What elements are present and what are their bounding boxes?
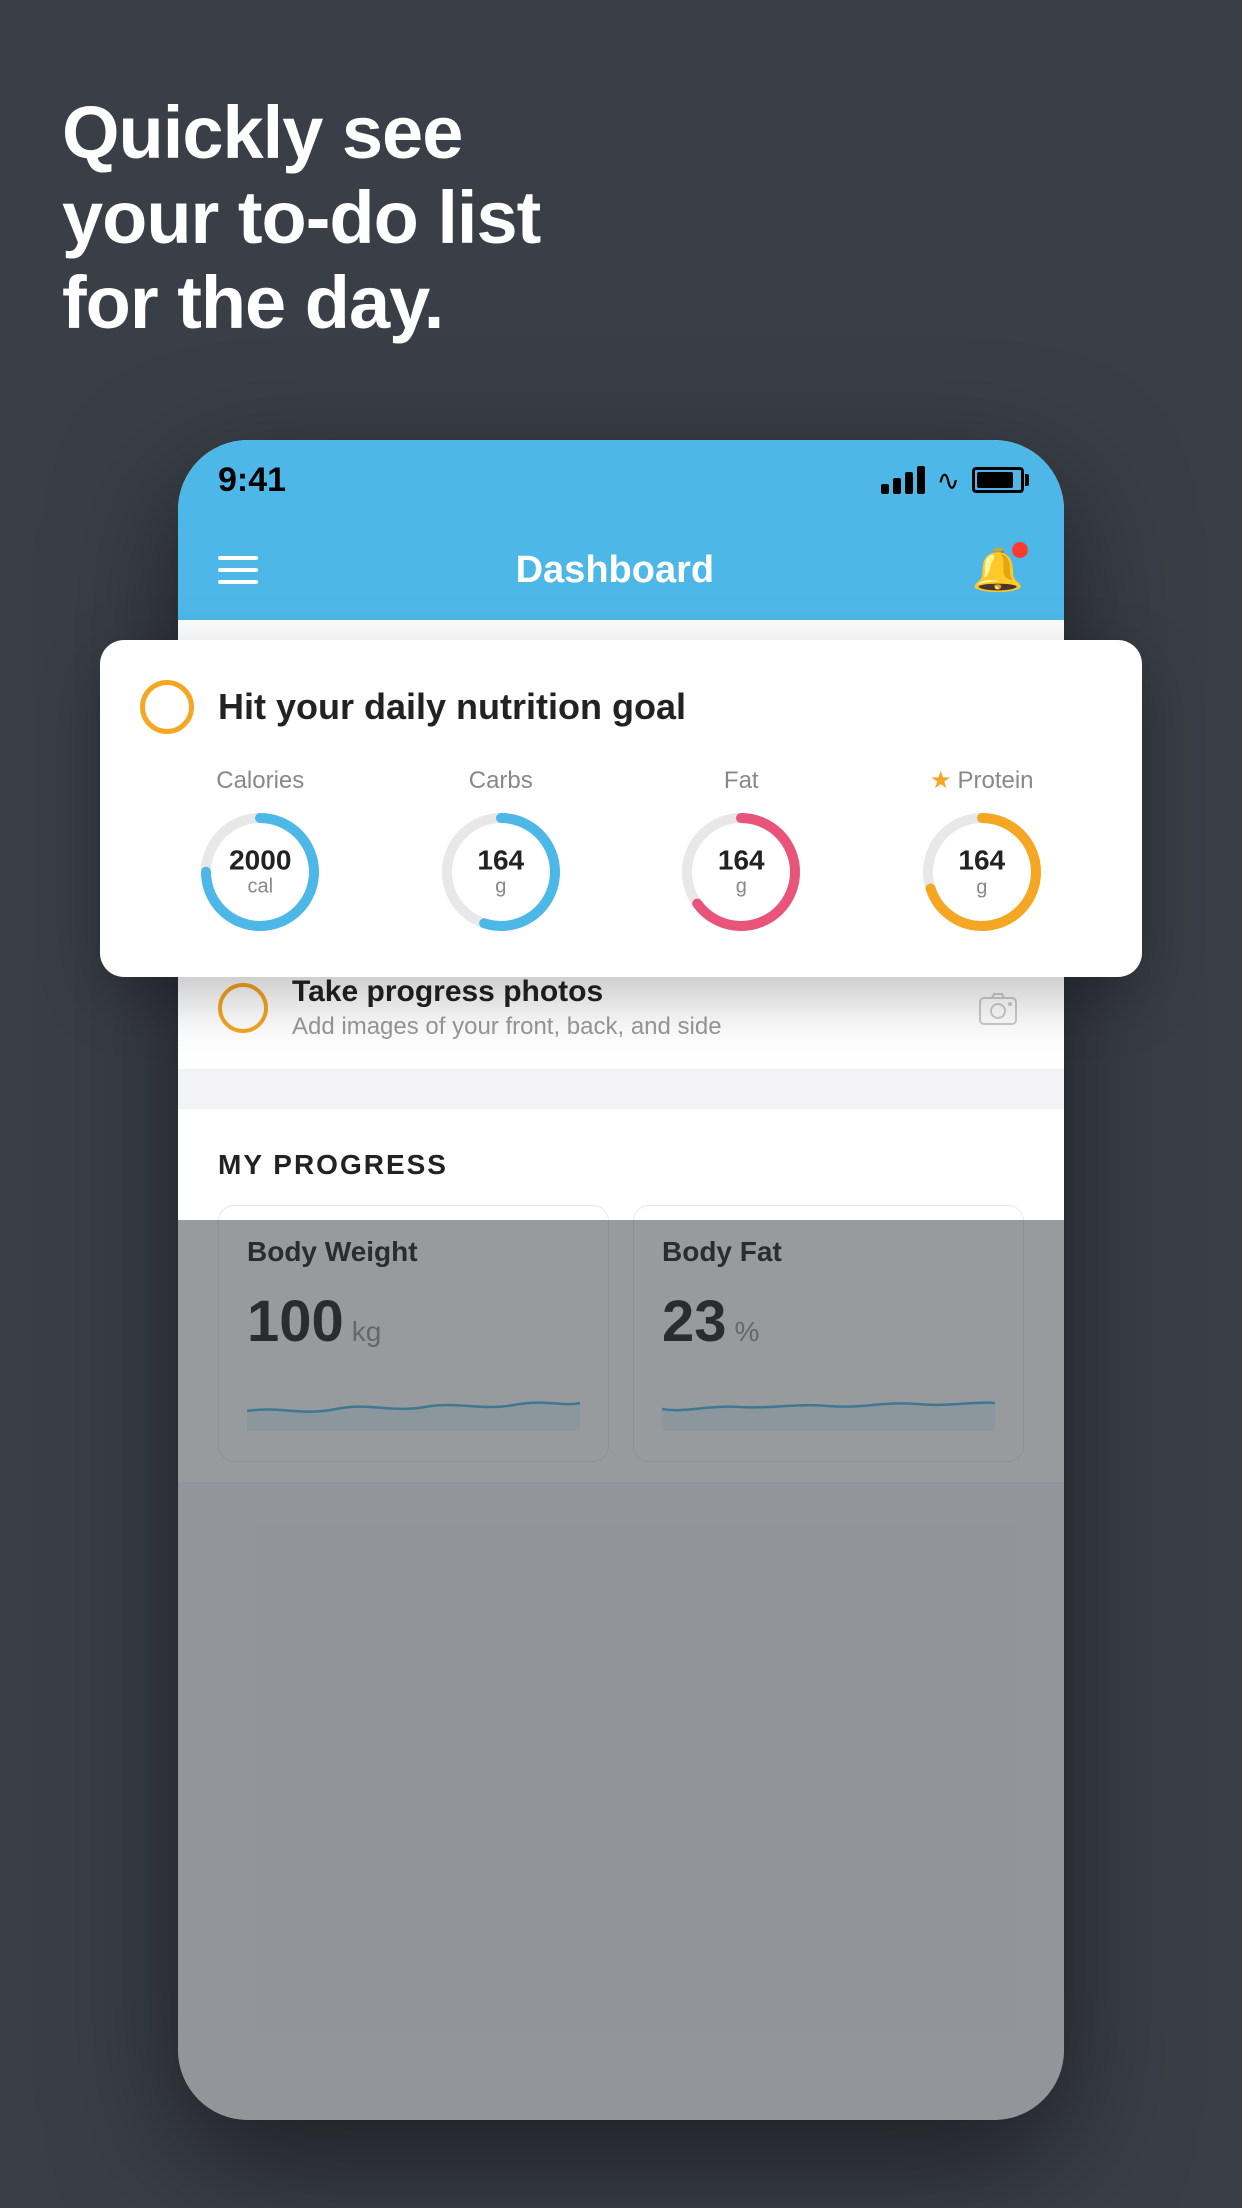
status-time: 9:41 [218, 461, 286, 500]
fat-circle: 164 g [676, 807, 806, 937]
macro-calories: Calories 2000 cal [195, 767, 325, 937]
protein-label: Protein [957, 767, 1033, 795]
photo-icon [972, 982, 1024, 1034]
battery-icon [972, 467, 1024, 493]
status-bar: 9:41 ∿ [178, 440, 1064, 520]
carbs-circle: 164 g [436, 807, 566, 937]
protein-value-display: 164 g [958, 846, 1005, 899]
fat-value: 164 [718, 845, 765, 876]
todo-check-photos[interactable] [218, 983, 268, 1033]
fat-value-display: 164 g [718, 845, 765, 898]
calories-unit: cal [229, 876, 291, 898]
wifi-icon: ∿ [937, 464, 960, 497]
status-icons: ∿ [881, 464, 1024, 497]
macro-fat: Fat 164 g [676, 767, 806, 937]
star-icon: ★ [930, 766, 952, 795]
headline-line2: your to-do list [62, 175, 540, 260]
menu-button[interactable] [218, 556, 258, 584]
protein-unit: g [958, 876, 1005, 898]
todo-title-photos: Take progress photos [292, 975, 948, 1009]
macros-row: Calories 2000 cal Carbs [140, 766, 1102, 937]
fat-label: Fat [724, 767, 759, 795]
dark-overlay [178, 1220, 1064, 2120]
signal-icon [881, 466, 925, 494]
headline: Quickly see your to-do list for the day. [62, 90, 540, 345]
macro-carbs: Carbs 164 g [436, 767, 566, 937]
carbs-value: 164 [477, 845, 524, 876]
card-title-row: Hit your daily nutrition goal [140, 680, 1102, 734]
nav-title: Dashboard [516, 549, 714, 592]
carbs-label: Carbs [469, 767, 533, 795]
protein-circle: 164 g [917, 807, 1047, 937]
carbs-value-display: 164 g [477, 845, 524, 898]
calories-value-display: 2000 cal [229, 845, 291, 898]
macro-protein: ★ Protein 164 g [917, 766, 1047, 937]
nutrition-card-title: Hit your daily nutrition goal [218, 686, 686, 728]
headline-line3: for the day. [62, 260, 540, 345]
todo-subtitle-photos: Add images of your front, back, and side [292, 1013, 948, 1041]
calories-label: Calories [216, 767, 304, 795]
nav-bar: Dashboard 🔔 [178, 520, 1064, 620]
progress-header: MY PROGRESS [218, 1149, 1024, 1181]
nutrition-check-circle[interactable] [140, 680, 194, 734]
notifications-button[interactable]: 🔔 [972, 546, 1024, 595]
headline-line1: Quickly see [62, 90, 540, 175]
carbs-unit: g [477, 876, 524, 898]
calories-circle: 2000 cal [195, 807, 325, 937]
fat-unit: g [718, 876, 765, 898]
todo-text-photos: Take progress photos Add images of your … [292, 975, 948, 1041]
protein-value: 164 [958, 846, 1005, 877]
calories-value: 2000 [229, 845, 291, 876]
protein-label-row: ★ Protein [930, 766, 1034, 795]
notification-dot [1012, 542, 1028, 558]
nutrition-card: Hit your daily nutrition goal Calories 2… [100, 640, 1142, 977]
